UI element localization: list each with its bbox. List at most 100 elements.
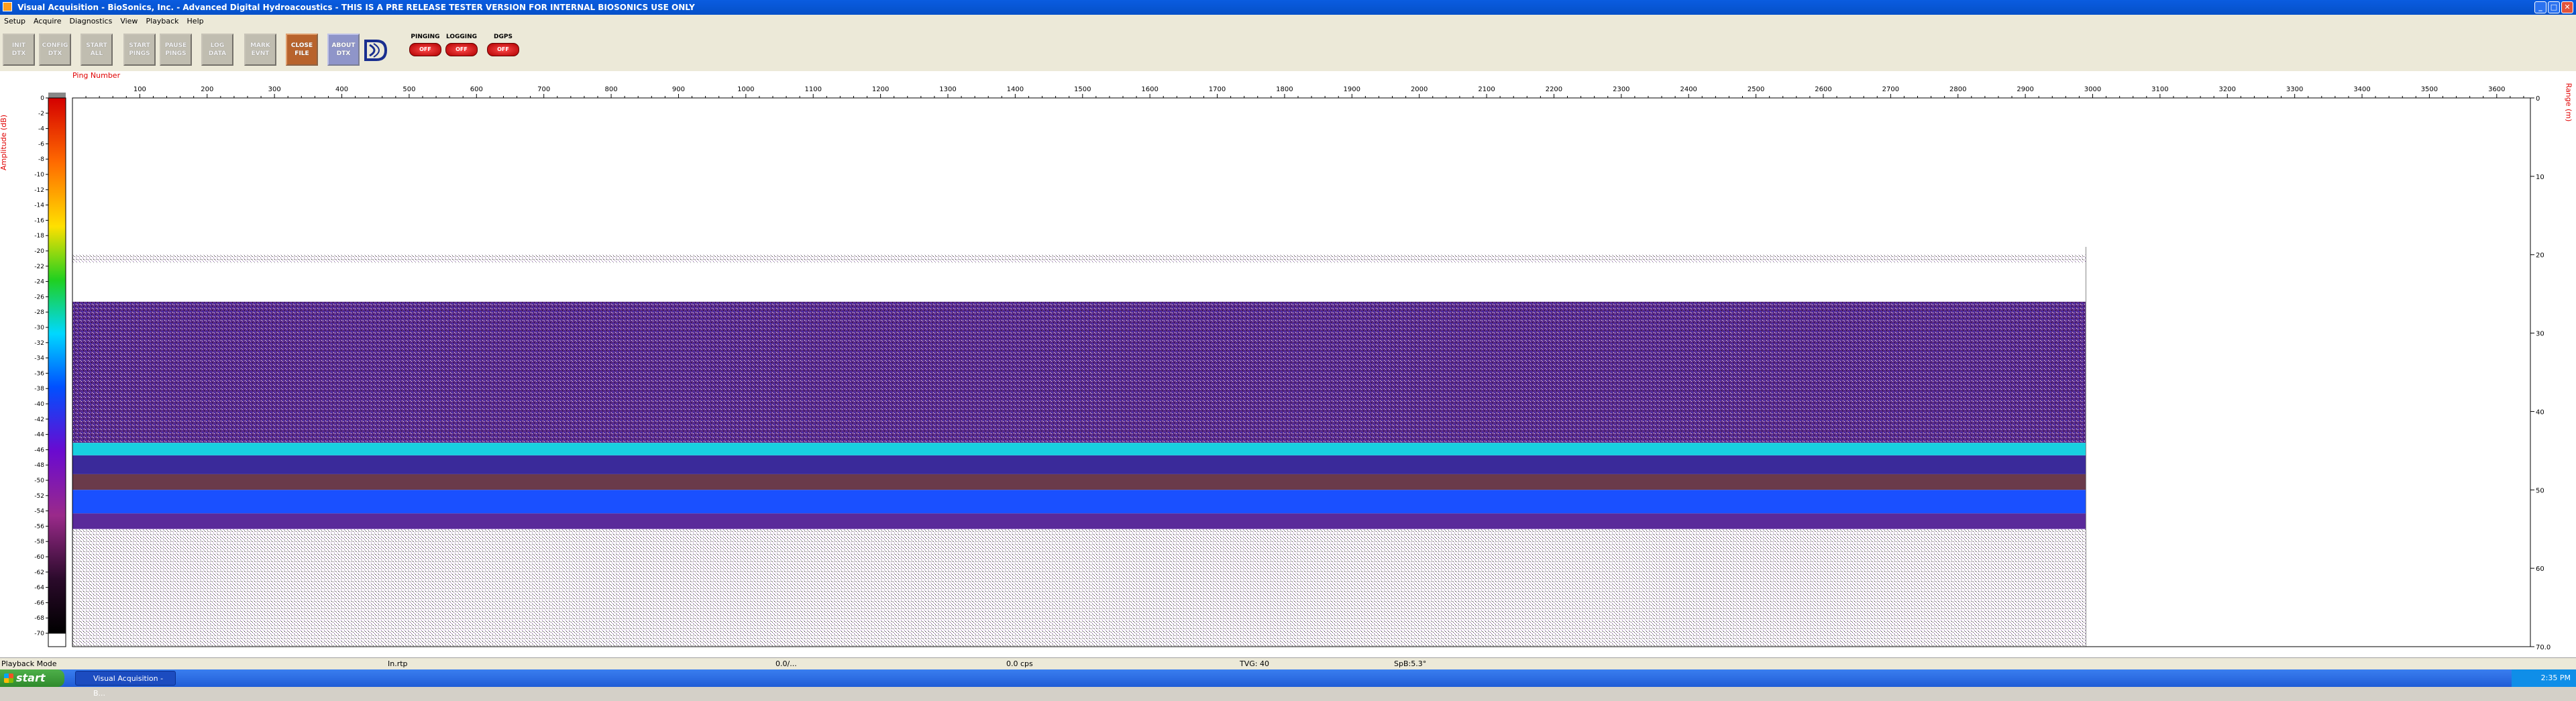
about-dtx-button[interactable]: ABOUT DTX bbox=[327, 34, 360, 66]
menu-view[interactable]: View bbox=[116, 15, 142, 28]
dgps-status: OFF bbox=[487, 43, 519, 56]
pause-pings-button[interactable]: PAUSE PINGS bbox=[160, 34, 192, 66]
colorbar-tick-label: -38 bbox=[34, 386, 44, 392]
system-tray: 2:35 PM bbox=[2512, 669, 2576, 687]
status-rate: 0.0 cps bbox=[1006, 659, 1033, 668]
taskbar-item-visual-acquisition[interactable]: Visual Acquisition - B... bbox=[75, 671, 176, 698]
colorbar-tick-label: -40 bbox=[34, 401, 44, 408]
left-axis-title: Amplitude (dB) bbox=[0, 115, 8, 170]
status-bar: Playback Mode In.rtp 0.0/... 0.0 cps TVG… bbox=[0, 657, 2576, 670]
colorbar-tick-label: -60 bbox=[34, 554, 44, 561]
colorbar-tick-label: -54 bbox=[34, 508, 44, 515]
colorbar-tick-label: -52 bbox=[34, 493, 44, 500]
x-tick-label: 2300 bbox=[1613, 86, 1629, 93]
logging-status: OFF bbox=[445, 43, 478, 56]
minimize-button[interactable]: _ bbox=[2534, 1, 2546, 13]
colorbar-tick-label: -34 bbox=[34, 356, 44, 362]
sub-bottom-band-1 bbox=[72, 455, 2086, 474]
menu-setup[interactable]: Setup bbox=[0, 15, 30, 28]
range-tick-label: 0 bbox=[2536, 95, 2540, 103]
close-button[interactable]: ✕ bbox=[2561, 1, 2573, 13]
colorbar-tick-label: -50 bbox=[34, 478, 44, 484]
biosonics-logo-icon bbox=[362, 35, 393, 66]
start-button[interactable]: start bbox=[0, 669, 64, 687]
colorbar-tick-label: -46 bbox=[34, 447, 44, 453]
colorbar-tick-label: -62 bbox=[34, 570, 44, 576]
range-tick-label: 20 bbox=[2536, 252, 2544, 260]
bottom-echo-band-2 bbox=[72, 490, 2086, 514]
colorbar-tick-label: -26 bbox=[34, 294, 44, 301]
range-tick-label: 10 bbox=[2536, 174, 2544, 181]
start-all-button[interactable]: START ALL bbox=[80, 34, 113, 66]
echogram-svg[interactable]: 0 -2 -4 -6 -8 -10 -12 -14 -16 -18 -20 -22 -24 -26 -28 -… bbox=[0, 71, 2576, 657]
colorbar-tick-label: -20 bbox=[34, 248, 44, 255]
x-tick-label: 3300 bbox=[2286, 86, 2303, 93]
x-tick-label: 1400 bbox=[1007, 86, 1024, 93]
x-tick-label: 2700 bbox=[1882, 86, 1899, 93]
taskbar-item-label: Visual Acquisition - B... bbox=[93, 674, 164, 698]
x-tick-label: 3600 bbox=[2488, 86, 2505, 93]
colorbar-tick-label: -2 bbox=[38, 111, 44, 117]
config-dtx-button[interactable]: CONFIG DTX bbox=[39, 34, 71, 66]
x-tick-label: 1900 bbox=[1344, 86, 1360, 93]
deep-noise-band bbox=[72, 529, 2086, 647]
bottom-echo-band-1 bbox=[72, 443, 2086, 455]
menu-playback[interactable]: Playback bbox=[142, 15, 182, 28]
pinging-label: PINGING bbox=[411, 34, 440, 40]
range-tick-label: 60 bbox=[2536, 565, 2544, 573]
sub-bottom-band-3 bbox=[72, 513, 2086, 529]
status-position: 0.0/... bbox=[775, 659, 797, 668]
dgps-indicator: DGPS OFF bbox=[486, 34, 521, 68]
top-axis-title: Ping Number bbox=[72, 71, 121, 80]
colorbar-tick-label: -4 bbox=[38, 126, 44, 133]
colorbar-tick-label: -36 bbox=[34, 370, 44, 377]
x-tick-label: 2800 bbox=[1949, 86, 1966, 93]
pinging-indicator: PINGING OFF bbox=[408, 34, 443, 68]
range-tick-label: 50 bbox=[2536, 487, 2544, 494]
colorbar-tick-label: -14 bbox=[34, 203, 44, 209]
x-tick-label: 1800 bbox=[1276, 86, 1293, 93]
colorbar-tick-label: -58 bbox=[34, 539, 44, 545]
surface-noise-band bbox=[72, 254, 2086, 263]
x-tick-label: 1100 bbox=[804, 86, 821, 93]
x-tick-label: 2200 bbox=[1546, 86, 1562, 93]
clock[interactable]: 2:35 PM bbox=[2541, 673, 2571, 682]
colorbar-tick-label: -8 bbox=[38, 156, 44, 163]
mark-event-button[interactable]: MARK EVNT bbox=[244, 34, 276, 66]
windows-logo-icon bbox=[4, 673, 13, 683]
echogram-panel: 0 -2 -4 -6 -8 -10 -12 -14 -16 -18 -20 -22 -24 -26 -28 -… bbox=[0, 71, 2576, 657]
x-tick-label: 3500 bbox=[2421, 86, 2438, 93]
colorbar-tick-label: -64 bbox=[34, 585, 44, 592]
colorbar-tick-label: -30 bbox=[34, 325, 44, 331]
x-tick-label: 3100 bbox=[2151, 86, 2168, 93]
colorbar-tick-label: -56 bbox=[34, 523, 44, 530]
menu-diagnostics[interactable]: Diagnostics bbox=[65, 15, 116, 28]
colorbar-floor bbox=[48, 633, 66, 647]
colorbar-tick-label: 0 bbox=[40, 95, 44, 102]
colorbar-tick-label: -28 bbox=[34, 309, 44, 316]
x-tick-label: 3000 bbox=[2084, 86, 2101, 93]
x-tick-label: 2100 bbox=[1478, 86, 1495, 93]
right-axis-title: Range (m) bbox=[2564, 83, 2573, 122]
colorbar-tick-label: -44 bbox=[34, 432, 44, 439]
x-tick-label: 300 bbox=[268, 86, 281, 93]
colorbar-tick-label: -32 bbox=[34, 340, 44, 347]
start-pings-button[interactable]: START PINGS bbox=[123, 34, 156, 66]
init-dtx-button[interactable]: INIT DTX bbox=[3, 34, 35, 66]
colorbar-tick-label: -24 bbox=[34, 279, 44, 286]
menu-bar: Setup Acquire Diagnostics View Playback … bbox=[0, 15, 2576, 28]
maximize-button[interactable]: □ bbox=[2548, 1, 2560, 13]
colorbar-tick-label: -12 bbox=[34, 187, 44, 194]
range-tick-label: 40 bbox=[2536, 409, 2544, 416]
colorbar-tick-label: -6 bbox=[38, 141, 44, 148]
x-tick-label: 800 bbox=[605, 86, 618, 93]
x-tick-label: 1200 bbox=[872, 86, 889, 93]
close-file-button[interactable]: CLOSE FILE bbox=[286, 34, 318, 66]
menu-help[interactable]: Help bbox=[183, 15, 208, 28]
x-tick-label: 600 bbox=[470, 86, 483, 93]
taskbar: start Visual Acquisition - B... 2:35 PM bbox=[0, 669, 2576, 698]
dgps-label: DGPS bbox=[494, 34, 513, 40]
log-data-button[interactable]: LOG DATA bbox=[201, 34, 233, 66]
x-tick-label: 1500 bbox=[1074, 86, 1091, 93]
menu-acquire[interactable]: Acquire bbox=[30, 15, 65, 28]
